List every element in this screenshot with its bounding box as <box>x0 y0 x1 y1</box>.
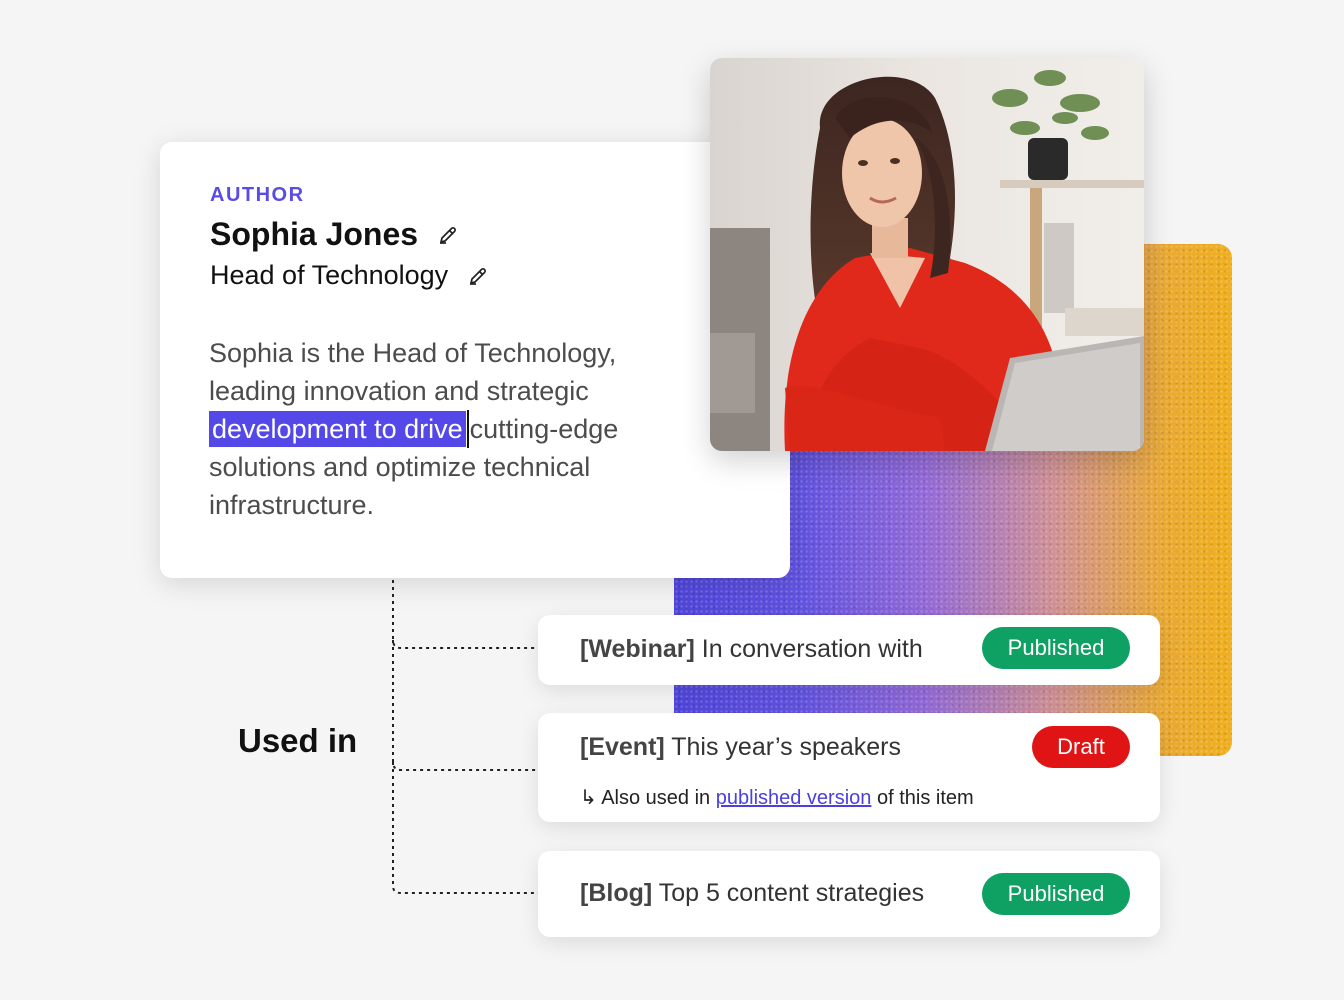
note-text-before: Also used in <box>601 787 711 809</box>
usage-card-event[interactable]: [Event] This year’s speakers Draft ↳ Als… <box>538 713 1160 822</box>
status-badge: Draft <box>1032 726 1130 768</box>
usage-title[interactable]: [Webinar] In conversation with <box>580 635 923 664</box>
note-text-after: of this item <box>876 787 974 809</box>
usage-card-blog[interactable]: [Blog] Top 5 content strategies Publishe… <box>538 851 1160 937</box>
usage-name: Top 5 content strategies <box>658 879 925 907</box>
published-version-link[interactable]: published version <box>716 787 872 809</box>
usage-type: [Blog] <box>580 879 653 907</box>
usage-name: In conversation with <box>701 635 923 663</box>
status-badge: Published <box>982 873 1130 915</box>
usage-type: [Webinar] <box>580 635 695 663</box>
usage-type: [Event] <box>580 733 665 761</box>
return-arrow-icon: ↳ <box>580 787 597 809</box>
usage-title[interactable]: [Event] This year’s speakers <box>580 733 901 762</box>
connector-lines <box>392 580 538 894</box>
also-used-note: ↳ Also used in published version of this… <box>580 785 974 810</box>
usage-card-webinar[interactable]: [Webinar] In conversation with Published <box>538 615 1160 685</box>
status-badge: Published <box>982 627 1130 669</box>
usage-title[interactable]: [Blog] Top 5 content strategies <box>580 879 924 908</box>
usage-name: This year’s speakers <box>671 733 901 761</box>
